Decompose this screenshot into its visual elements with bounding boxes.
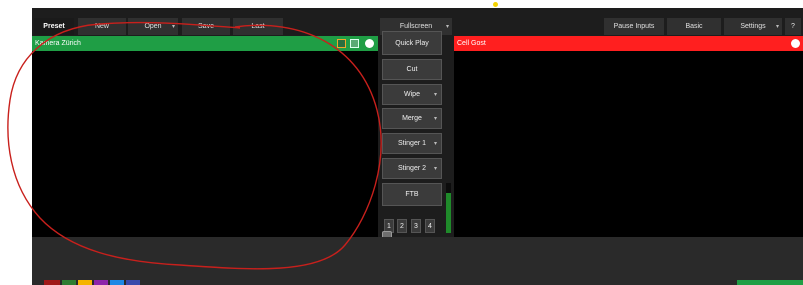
quick-play-button[interactable]: Quick Play	[382, 31, 442, 55]
last-button[interactable]: Last	[233, 18, 283, 35]
output-monitor[interactable]	[454, 51, 803, 237]
chevron-down-icon: ▾	[433, 141, 437, 147]
color-swatch-yellow[interactable]	[78, 280, 92, 285]
number-label: 2	[400, 222, 404, 230]
fullscreen-label: Fullscreen	[399, 23, 433, 30]
save-label: Save	[198, 23, 214, 30]
last-label: Last	[251, 23, 265, 30]
new-button[interactable]: New	[78, 18, 126, 35]
pause-inputs-label: Pause Inputs	[613, 23, 655, 30]
color-swatch-red[interactable]	[44, 280, 60, 285]
open-label: Open	[144, 23, 162, 30]
settings-label: Settings	[740, 23, 766, 30]
help-button[interactable]: ?	[785, 18, 801, 35]
stinger-1-label: Stinger 1	[397, 140, 427, 147]
wipe-label: Wipe	[404, 91, 420, 98]
wipe-button[interactable]: Wipe ▾	[382, 84, 442, 105]
chevron-down-icon: ▾	[433, 92, 437, 98]
transition-number-2[interactable]: 2	[397, 219, 407, 233]
color-swatch-purple[interactable]	[94, 280, 108, 285]
ftb-button[interactable]: FTB	[382, 183, 442, 206]
merge-button[interactable]: Merge ▾	[382, 108, 442, 129]
stinger-1-button[interactable]: Stinger 1 ▾	[382, 133, 442, 154]
layout-icon[interactable]	[337, 39, 346, 48]
preset-button[interactable]: Preset	[34, 18, 74, 35]
transition-number-4[interactable]: 4	[425, 219, 435, 233]
vmix-window: Preset New Open ▾ Save Last Fullscreen ▾ P…	[32, 8, 803, 285]
cut-button[interactable]: Cut	[382, 59, 442, 80]
cut-label: Cut	[406, 66, 418, 73]
save-button[interactable]: Save	[182, 18, 230, 35]
help-label: ?	[791, 23, 795, 30]
preset-label: Preset	[43, 23, 65, 30]
stinger-2-button[interactable]: Stinger 2 ▾	[382, 158, 442, 179]
color-swatch-green[interactable]	[62, 280, 76, 285]
marker-dot	[493, 2, 498, 7]
color-swatch-indigo[interactable]	[126, 280, 140, 285]
chevron-down-icon: ▾	[171, 24, 175, 30]
stinger-2-label: Stinger 2	[397, 165, 427, 172]
number-label: 4	[428, 222, 432, 230]
pause-inputs-button[interactable]: Pause Inputs	[604, 18, 664, 35]
status-indicator	[737, 280, 803, 285]
grid-icon[interactable]	[350, 39, 359, 48]
open-button[interactable]: Open ▾	[128, 18, 178, 35]
merge-label: Merge	[402, 115, 422, 122]
preview-monitor[interactable]	[32, 51, 378, 237]
audio-meter-level	[446, 193, 451, 233]
transition-number-3[interactable]: 3	[411, 219, 421, 233]
settings-button[interactable]: Settings ▾	[724, 18, 782, 35]
quick-play-label: Quick Play	[395, 39, 429, 47]
output-title-bar: Cell Gost	[454, 36, 803, 51]
basic-button[interactable]: Basic	[667, 18, 721, 35]
close-icon[interactable]	[791, 39, 800, 48]
chevron-down-icon: ▾	[433, 116, 437, 122]
chevron-down-icon: ▾	[433, 166, 437, 172]
number-label: 3	[414, 222, 418, 230]
chevron-down-icon: ▾	[775, 24, 779, 30]
preview-title-bar: Kamera Zürich	[32, 36, 378, 51]
chevron-down-icon: ▾	[445, 24, 449, 30]
basic-label: Basic	[685, 23, 703, 30]
ftb-label: FTB	[405, 191, 419, 198]
close-icon[interactable]	[365, 39, 374, 48]
color-swatch-blue[interactable]	[110, 280, 124, 285]
inputs-area	[32, 237, 803, 285]
number-label: 1	[387, 222, 391, 230]
output-title: Cell Gost	[457, 40, 486, 47]
new-label: New	[94, 23, 109, 30]
audio-meter	[446, 183, 451, 233]
preview-title: Kamera Zürich	[35, 40, 81, 47]
